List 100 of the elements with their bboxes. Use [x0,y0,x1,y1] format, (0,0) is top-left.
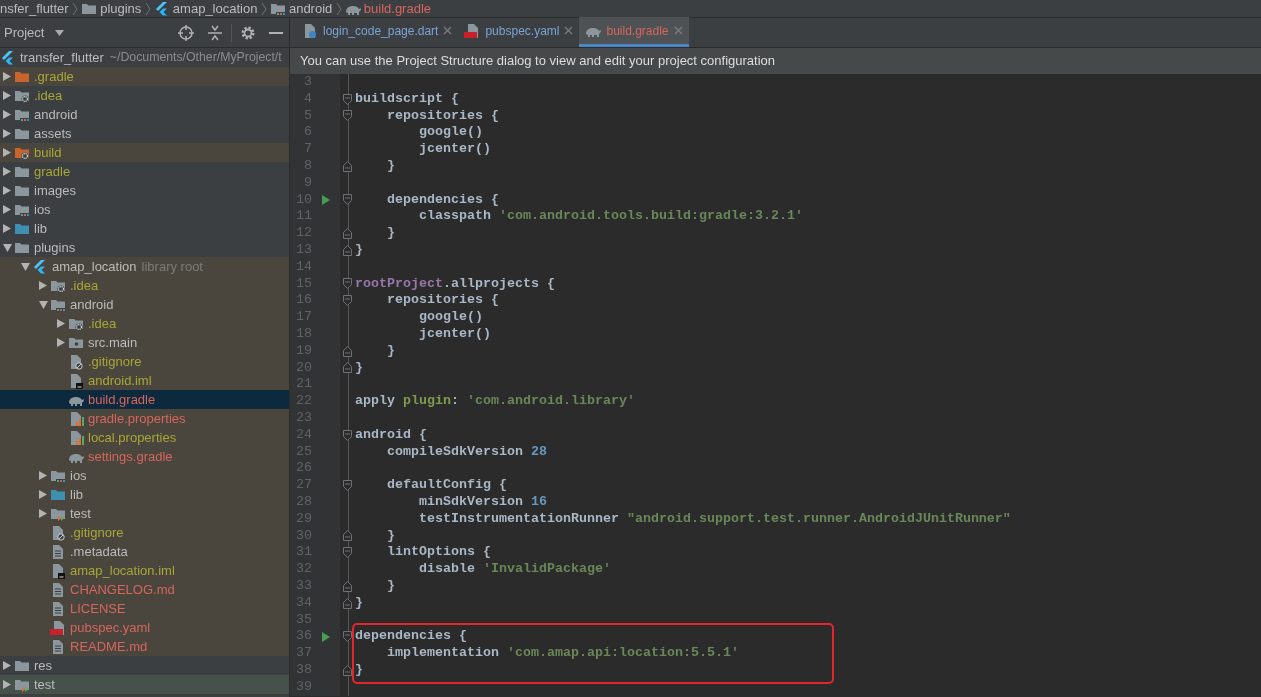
collapsed-arrow-icon[interactable] [57,338,65,347]
tree-row[interactable]: amap_location library root [0,257,289,276]
expanded-arrow-icon[interactable] [2,243,12,252]
fold-marker-icon[interactable] [343,580,352,592]
tree-row[interactable]: android [0,105,289,124]
collapsed-arrow-icon[interactable] [3,110,11,119]
fold-marker-icon[interactable] [343,362,352,374]
editor-tab[interactable]: build.gradle [579,17,689,47]
tree-row[interactable]: plugins [0,238,289,257]
fold-marker-icon[interactable] [343,93,352,105]
tree-row[interactable]: .idea [0,276,289,295]
code-line: minSdkVersion 16 [418,493,548,511]
tree-row[interactable]: .idea [0,314,289,333]
expanded-arrow-icon[interactable] [38,300,48,309]
expanded-arrow-icon[interactable] [20,262,30,271]
breadcrumb-item[interactable]: plugins [100,0,142,17]
tree-item-label: lib [70,485,83,504]
tree-row[interactable]: build.gradle [0,390,289,409]
fold-marker-icon[interactable] [343,664,352,676]
tree-row[interactable]: build [0,143,289,162]
collapsed-arrow-icon[interactable] [57,319,65,328]
fold-marker-icon[interactable] [343,480,352,491]
project-view-dropdown[interactable]: Project [0,22,49,43]
tree-row[interactable]: .metadata [0,542,289,561]
tree-item[interactable]: transfer_flutter [20,47,104,68]
fold-marker-icon[interactable] [343,597,352,609]
collapsed-arrow-icon[interactable] [3,129,11,138]
collapsed-arrow-icon[interactable] [39,281,47,290]
tree-item-label: assets [34,124,72,143]
fold-marker-icon[interactable] [343,429,352,441]
tree-row[interactable]: lib [0,219,289,238]
tree-row[interactable]: ios [0,466,289,485]
tree-row[interactable]: .gitignore [0,352,289,371]
collapsed-arrow-icon[interactable] [3,186,11,195]
collapsed-arrow-icon[interactable] [3,72,11,81]
fold-marker-icon[interactable] [343,228,352,240]
tree-row[interactable]: android [0,295,289,314]
tree-row[interactable]: lib [0,485,289,504]
tree-row[interactable]: CHANGELOG.md [0,580,289,599]
collapsed-arrow-icon[interactable] [39,490,47,499]
run-icon[interactable] [322,194,330,205]
tree-row[interactable]: local.properties [0,428,289,447]
tree-row[interactable]: images [0,181,289,200]
tree-row[interactable]: pubspec.yaml [0,618,289,637]
tree-row[interactable]: assets [0,124,289,143]
tree-row[interactable]: .gradle [0,67,289,86]
fold-marker-icon[interactable] [343,547,352,559]
fold-marker-icon[interactable] [343,345,352,357]
tree-row[interactable]: test [0,504,289,523]
editor-tab[interactable]: login_code_page.dart [296,17,459,47]
collapsed-arrow-icon[interactable] [39,471,47,480]
fold-marker-icon[interactable] [343,530,352,542]
collapse-icon[interactable] [206,24,223,41]
close-icon[interactable] [564,26,574,35]
collapsed-arrow-icon[interactable] [3,224,11,233]
breadcrumb-item[interactable]: android [288,0,333,17]
breadcrumb-item[interactable]: amap_location [172,0,258,17]
code-line: lintOptions { [386,544,492,562]
fold-marker-icon[interactable] [343,110,352,122]
fold-marker-icon[interactable] [343,631,352,643]
code-line: } [355,359,364,377]
editor-tab[interactable]: pubspec.yaml [458,17,580,47]
tree-item-label: android.iml [88,371,152,390]
tree-row[interactable]: settings.gradle [0,447,289,466]
tree-row[interactable]: README.md [0,637,289,656]
tree-row[interactable]: gradle [0,162,289,181]
tree-row[interactable]: test [0,675,289,694]
run-icon[interactable] [322,631,330,642]
collapsed-arrow-icon[interactable] [3,167,11,176]
breadcrumb-item[interactable]: build.gradle [363,0,431,17]
fold-marker-icon[interactable] [343,295,352,307]
tree-row[interactable]: ios [0,200,289,219]
collapsed-arrow-icon[interactable] [39,509,47,518]
tree-row[interactable]: android.iml [0,371,289,390]
collapsed-arrow-icon[interactable] [3,91,11,100]
fold-marker-icon[interactable] [343,278,352,290]
fold-marker-icon[interactable] [343,194,352,206]
caret-icon[interactable] [54,29,64,36]
breadcrumb-item[interactable]: nsfer_flutter [0,0,69,17]
collapsed-arrow-icon[interactable] [3,661,11,670]
locate-icon[interactable] [177,24,194,41]
tree-row[interactable]: gradle.properties [0,409,289,428]
collapsed-arrow-icon[interactable] [3,680,11,689]
tree-item-label: .idea [34,86,63,105]
collapsed-arrow-icon[interactable] [3,205,11,214]
fold-marker-icon[interactable] [343,160,352,172]
tree-row[interactable]: LICENSE [0,599,289,618]
tree-row[interactable]: src.main [0,333,289,352]
fold-marker-icon[interactable] [343,244,352,256]
code-line: } [386,527,396,545]
tree-row[interactable]: .idea [0,86,289,105]
tree-row[interactable]: res [0,656,289,675]
settings-icon[interactable] [239,24,256,41]
code-line: apply plugin: 'com.android.library' [355,393,636,410]
close-icon[interactable] [443,26,453,35]
chevron-icon [144,1,151,16]
tree-row[interactable]: amap_location.iml [0,561,289,580]
tree-item-label: build [34,143,62,162]
collapsed-arrow-icon[interactable] [3,148,11,157]
tree-row[interactable]: .gitignore [0,523,289,542]
